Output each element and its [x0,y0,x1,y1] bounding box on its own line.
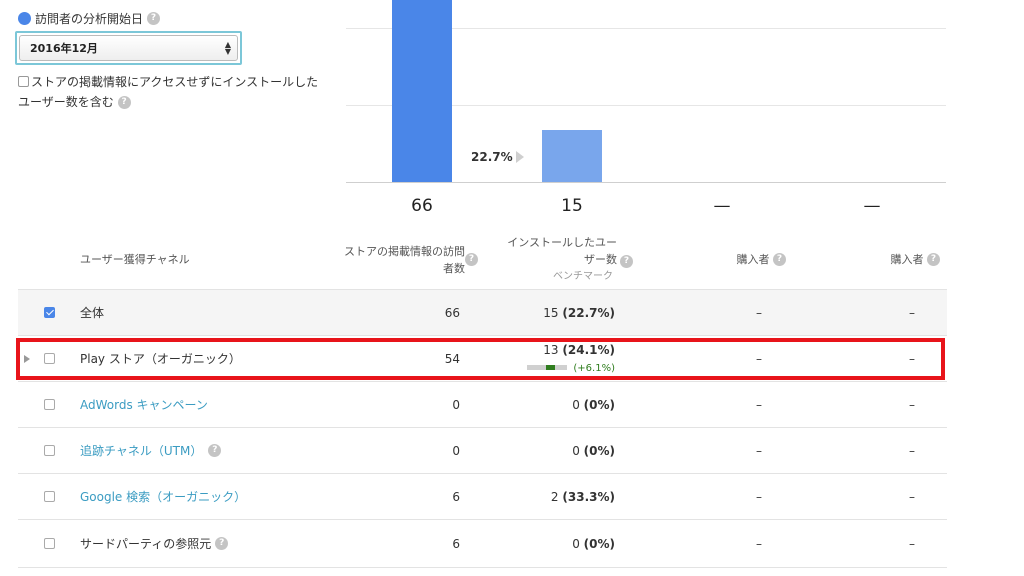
buyers-2-value: – [909,397,915,412]
table-row[interactable]: 全体 66 15 (22.7%) – – [18,290,947,336]
table-row[interactable]: Google 検索（オーガニック） 6 2 (33.3%) – – [18,474,947,520]
channel-link[interactable]: AdWords キャンペーン [80,382,208,427]
table-header: ユーザー獲得チャネル ストアの掲載情報の訪問者数 ? インストールしたユーザー数… [18,230,947,290]
date-select-value: 2016年12月 [30,42,98,55]
visitors-value: 0 [452,397,460,412]
channel-link-label: 追跡チャネル（UTM） [80,444,203,458]
buyers-2-value: – [909,489,915,504]
installs-count: 0 [572,397,580,412]
buyers-value: – [756,397,762,412]
installers-bar [542,130,602,182]
buyers-value: – [756,443,762,458]
benchmark-label: ベンチマーク [553,271,613,282]
chart-axis [346,182,946,183]
col-buyers[interactable]: 購入者 ? [698,230,786,289]
col-buyers-2[interactable]: 購入者 ? [852,230,940,289]
start-date-text: 訪問者の分析開始日 [35,12,144,26]
col-visitors[interactable]: ストアの掲載情報の訪問者数 ? [338,230,478,289]
installs-value: 0 (0%) [488,520,615,567]
checkbox-checked-icon[interactable] [44,307,55,318]
help-icon[interactable]: ? [208,444,222,457]
installs-count: 0 [572,443,580,458]
table-row[interactable]: サードパーティの参照元 ? 6 0 (0%) – – [18,520,947,568]
buyers-value: – [756,489,762,504]
col-channel: ユーザー獲得チャネル [80,253,190,266]
row-checkbox[interactable] [44,474,55,519]
stage-value-installers: 15 [561,196,583,216]
date-select[interactable]: 2016年12月 ▲ ▼ [15,31,242,65]
buyers-2-value: – [909,536,915,551]
row-checkbox[interactable] [44,428,55,473]
stage-value-visitors: 66 [411,196,433,216]
installs-pct: (0%) [583,397,615,412]
buyers-2-value: – [909,305,915,320]
channel-name: サードパーティの参照元 ? [80,520,229,567]
conversion-rate: 22.7% [471,150,524,164]
channel-link[interactable]: 追跡チャネル（UTM） ? [80,428,222,473]
buyers-value: – [756,536,762,551]
help-icon[interactable]: ? [620,255,633,268]
installs-value: 0 (0%) [488,382,615,427]
col-buyers-label: 購入者 [736,253,770,266]
stage-value-buyers: — [713,196,731,216]
visitors-value: 6 [452,489,460,504]
checkbox-icon[interactable] [44,538,55,549]
col-installers-label: インストールしたユーザー数 [507,236,617,266]
visitors-value: 6 [452,536,460,551]
installs-value: 0 (0%) [488,428,615,473]
select-arrows-icon: ▲ ▼ [224,40,231,56]
col-buyers-2-label: 購入者 [890,253,924,266]
help-icon[interactable]: ? [465,253,478,266]
channel-name-label: サードパーティの参照元 [80,537,212,551]
stage-value-buyers-2: — [863,196,881,216]
col-installers[interactable]: インストールしたユーザー数 ? ベンチマーク [488,230,633,289]
help-icon[interactable]: ? [773,253,786,266]
visitors-bar [392,0,452,182]
series-color-dot [18,12,31,25]
row-checkbox[interactable] [44,520,55,567]
installs-value: 2 (33.3%) [488,474,615,519]
help-icon[interactable]: ? [927,253,940,266]
row-checkbox[interactable] [44,290,55,335]
channel-name: 全体 [80,306,105,320]
installs-count: 0 [572,536,580,551]
highlight-box [16,338,945,380]
buyers-2-value: – [909,443,915,458]
table-row[interactable]: 追跡チャネル（UTM） ? 0 0 (0%) – – [18,428,947,474]
installs-count: 2 [550,489,559,504]
checkbox-icon[interactable] [44,445,55,456]
col-visitors-label: ストアの掲載情報の訪問者数 [344,244,465,275]
installs-pct: (0%) [583,536,615,551]
checkbox-icon[interactable] [44,491,55,502]
installs-value: 15 (22.7%) [488,290,615,335]
help-icon[interactable]: ? [117,96,131,109]
installs-count: 15 [543,305,559,320]
installs-pct: (22.7%) [562,305,615,320]
channel-link[interactable]: Google 検索（オーガニック） [80,474,246,519]
start-date-label: 訪問者の分析開始日 ? [18,10,161,27]
table-row[interactable]: AdWords キャンペーン 0 0 (0%) – – [18,382,947,428]
checkbox-icon[interactable] [44,399,55,410]
help-icon[interactable]: ? [215,537,229,550]
visitors-value: 66 [444,305,460,320]
include-direct-installs-checkbox[interactable] [18,76,29,87]
include-direct-installs-option[interactable]: ストアの掲載情報にアクセスせずにインストールしたユーザー数を含む ? [18,72,328,112]
arrow-right-icon [515,151,524,163]
conversion-rate-value: 22.7% [471,150,513,164]
row-checkbox[interactable] [44,382,55,427]
installs-pct: (0%) [583,443,615,458]
include-direct-installs-label: ストアの掲載情報にアクセスせずにインストールしたユーザー数を含む [18,75,319,109]
help-icon[interactable]: ? [147,12,161,25]
buyers-value: – [756,305,762,320]
installs-pct: (33.3%) [562,489,615,504]
visitors-value: 0 [452,443,460,458]
